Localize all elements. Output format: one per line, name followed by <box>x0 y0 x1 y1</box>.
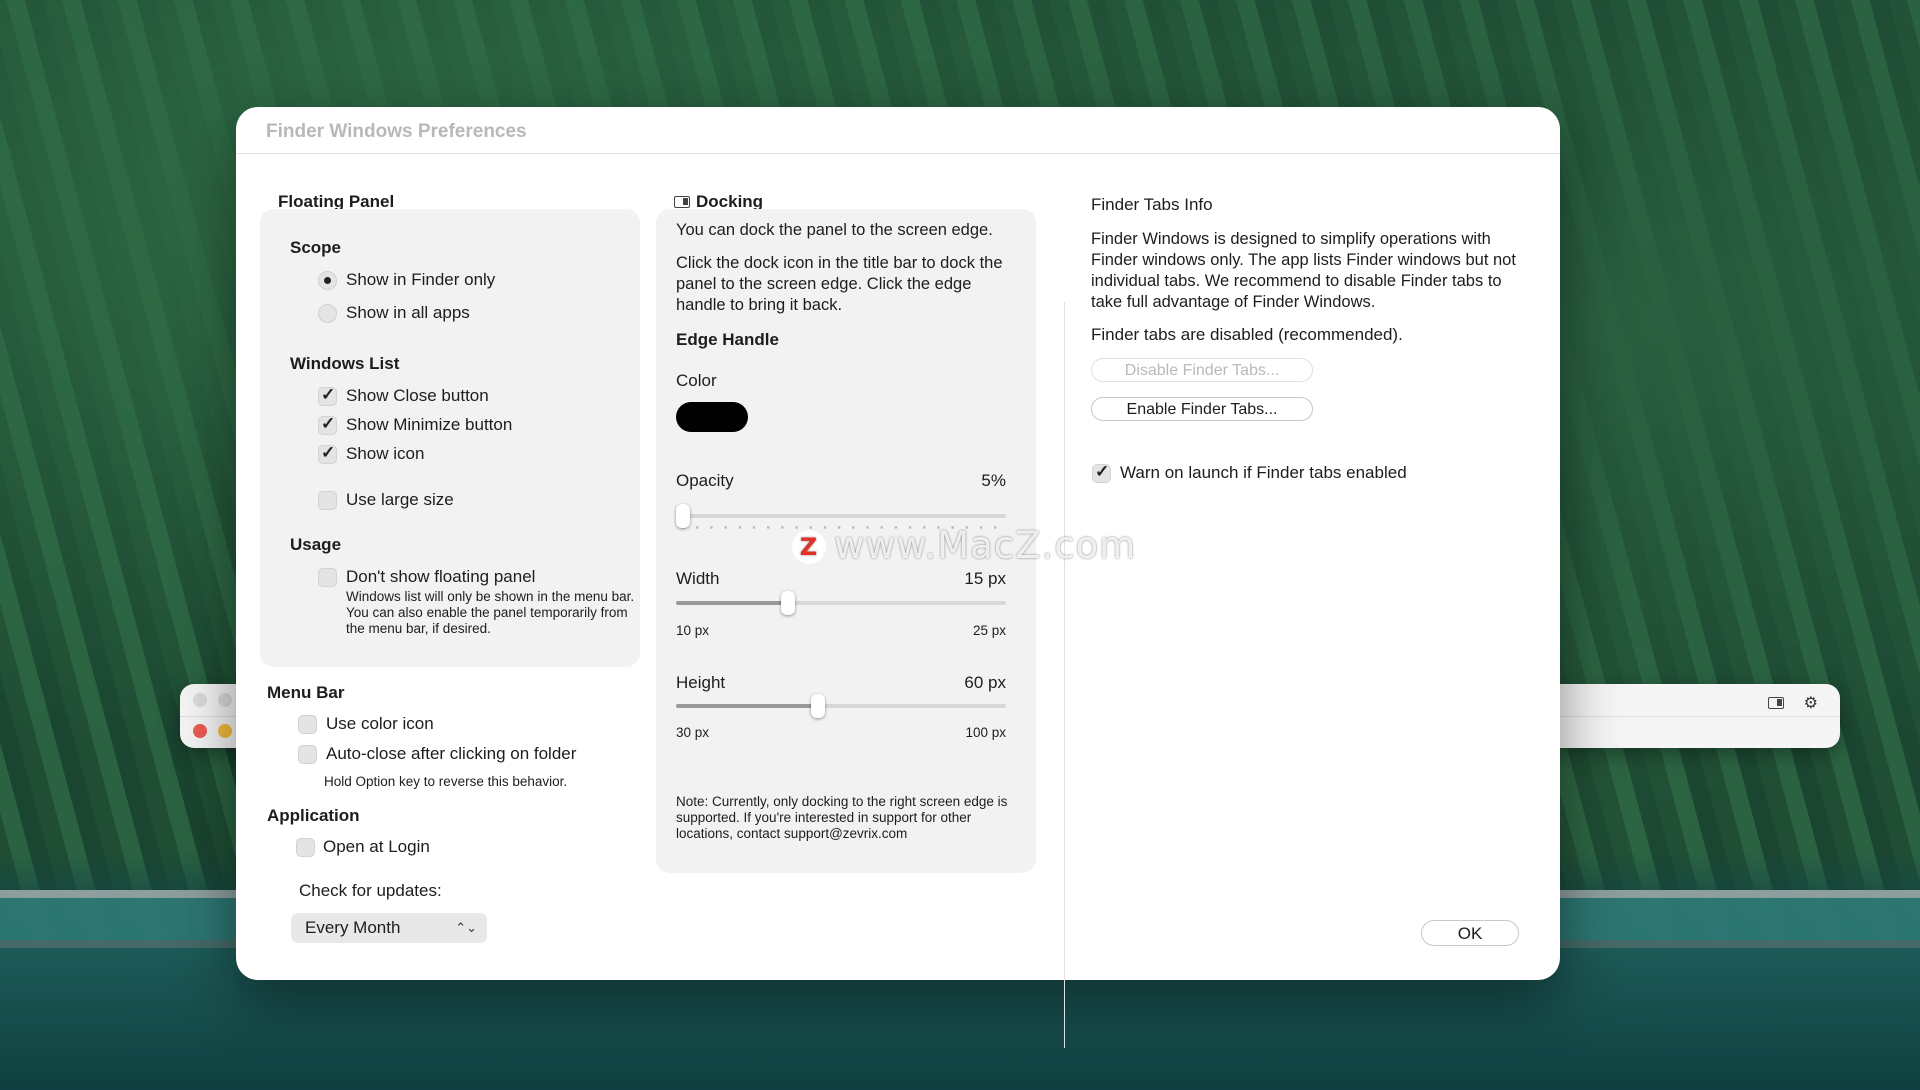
width-value: 15 px <box>964 569 1006 588</box>
enable-finder-tabs-button[interactable]: Enable Finder Tabs... <box>1091 397 1313 421</box>
windows-list-title: Windows List <box>290 354 400 373</box>
scope-title: Scope <box>290 238 342 257</box>
height-slider-fill <box>676 704 819 708</box>
color-icon-label[interactable]: Use color icon <box>326 714 434 734</box>
radio-finder-only[interactable] <box>318 271 337 290</box>
ok-button[interactable]: OK <box>1421 920 1519 946</box>
color-label: Color <box>676 371 717 390</box>
open-at-login-checkbox[interactable] <box>296 838 315 857</box>
width-label: Width <box>676 569 720 588</box>
color-swatch[interactable] <box>676 402 748 432</box>
docking-intro: You can dock the panel to the screen edg… <box>676 221 993 239</box>
opacity-label: Opacity <box>676 471 734 490</box>
auto-close-hint: Hold Option key to reverse this behavior… <box>324 774 568 789</box>
inactive-dot <box>218 693 232 707</box>
radio-all-apps-label[interactable]: Show in all apps <box>346 303 470 323</box>
warn-on-launch-checkbox[interactable] <box>1092 462 1111 483</box>
opacity-slider[interactable] <box>676 504 1006 529</box>
dont-show-label[interactable]: Don't show floating panel <box>346 567 535 587</box>
watermark-text: www.MacZ.com <box>834 524 1137 567</box>
large-size-label[interactable]: Use large size <box>346 490 454 510</box>
height-max: 100 px <box>965 725 1006 740</box>
width-slider[interactable] <box>676 591 1006 615</box>
radio-all-apps[interactable] <box>318 304 337 323</box>
show-close-checkbox[interactable] <box>318 385 337 406</box>
gear-icon[interactable]: ⚙ <box>1804 693 1818 713</box>
dock-icon[interactable] <box>1767 697 1784 709</box>
height-label: Height <box>676 673 726 692</box>
height-slider[interactable] <box>676 694 1006 718</box>
auto-close-checkbox[interactable] <box>298 745 317 764</box>
docking-note: Note: Currently, only docking to the rig… <box>676 794 1008 841</box>
watermark-logo: Z <box>792 530 826 564</box>
updates-select[interactable]: Every Month ⌃⌄ <box>291 913 487 943</box>
height-min: 30 px <box>676 725 710 740</box>
finder-tabs-status: Finder tabs are disabled (recommended). <box>1091 325 1403 344</box>
chevron-updown-icon: ⌃⌄ <box>455 920 477 935</box>
opacity-slider-knob[interactable] <box>676 504 690 528</box>
title-separator <box>236 153 1560 154</box>
floating-panel-group: Scope Show in Finder only Show in all ap… <box>260 209 640 667</box>
finder-tabs-description: Finder Windows is designed to simplify o… <box>1091 230 1516 311</box>
width-slider-knob[interactable] <box>781 591 796 615</box>
disable-finder-tabs-button[interactable]: Disable Finder Tabs... <box>1091 358 1313 382</box>
updates-select-value: Every Month <box>305 918 401 937</box>
width-min: 10 px <box>676 623 710 638</box>
radio-finder-only-label[interactable]: Show in Finder only <box>346 270 495 290</box>
height-slider-knob[interactable] <box>811 694 826 718</box>
warn-on-launch-label[interactable]: Warn on launch if Finder tabs enabled <box>1120 463 1407 483</box>
close-dot[interactable] <box>193 724 207 738</box>
column-separator <box>1064 302 1065 1048</box>
dock-icon <box>674 196 690 208</box>
large-size-checkbox[interactable] <box>318 491 337 510</box>
usage-title: Usage <box>290 535 342 554</box>
show-icon-checkbox[interactable] <box>318 443 337 464</box>
show-minimize-checkbox[interactable] <box>318 414 337 435</box>
menu-bar-heading: Menu Bar <box>267 683 345 702</box>
show-close-label[interactable]: Show Close button <box>346 386 489 406</box>
show-minimize-label[interactable]: Show Minimize button <box>346 415 512 435</box>
auto-close-label[interactable]: Auto-close after clicking on folder <box>326 744 576 764</box>
minimize-dot[interactable] <box>218 724 232 738</box>
finder-tabs-heading: Finder Tabs Info <box>1091 195 1213 214</box>
width-slider-fill <box>676 601 789 605</box>
height-value: 60 px <box>964 673 1006 692</box>
inactive-dot <box>193 693 207 707</box>
application-heading: Application <box>267 806 360 825</box>
show-icon-label[interactable]: Show icon <box>346 444 424 464</box>
opacity-value: 5% <box>981 471 1006 490</box>
width-max: 25 px <box>972 623 1006 638</box>
usage-note: Windows list will only be shown in the m… <box>346 589 635 636</box>
docking-instructions: Click the dock icon in the title bar to … <box>676 254 1003 314</box>
open-at-login-label[interactable]: Open at Login <box>323 837 430 857</box>
dont-show-checkbox[interactable] <box>318 568 337 587</box>
watermark: Zwww.MacZ.com <box>792 524 1136 567</box>
dialog-title: Finder Windows Preferences <box>266 121 527 142</box>
color-icon-checkbox[interactable] <box>298 715 317 734</box>
edge-handle-title: Edge Handle <box>676 330 779 349</box>
updates-label: Check for updates: <box>299 881 442 900</box>
